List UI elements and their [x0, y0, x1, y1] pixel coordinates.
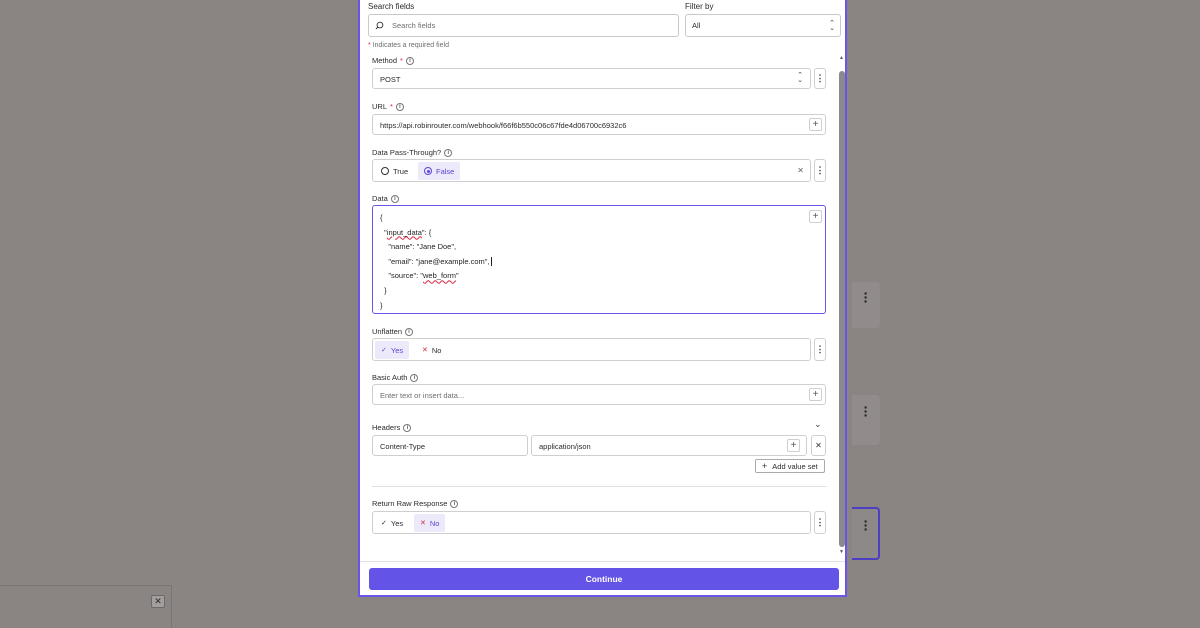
info-icon[interactable]: i [405, 56, 414, 65]
unflatten-yes-option[interactable]: ✓ Yes [375, 341, 410, 359]
step-config-modal: Search fields Filter by All ⌃⌄ * Indicat… [358, 0, 847, 597]
search-input-box[interactable] [368, 14, 679, 37]
continue-button[interactable]: Continue [369, 568, 839, 590]
step-menu-icon: · · · [863, 285, 869, 309]
more-options-icon[interactable]: ⋮ [814, 68, 826, 89]
background-panel [0, 585, 172, 628]
clear-icon[interactable]: ✕ [797, 166, 804, 175]
insert-data-plus-icon[interactable]: + [809, 210, 822, 223]
headers-label: Headers i [372, 423, 412, 432]
required-note: * Indicates a required field [368, 42, 449, 49]
basic-auth-label: Basic Auth i [372, 373, 419, 382]
url-value: https://api.robinrouter.com/webhook/f66f… [380, 121, 627, 130]
data-textarea[interactable]: { "input_data": { "name": "Jane Doe", "e… [372, 205, 826, 314]
scrollbar-thumb[interactable] [839, 71, 845, 547]
remove-header-icon[interactable]: ✕ [811, 435, 826, 456]
filter-select[interactable]: All ⌃ ⌄ [685, 14, 841, 37]
basic-auth-placeholder: Enter text or insert data... [380, 391, 465, 400]
step-menu-icon: · · · [863, 513, 869, 537]
radio-icon [381, 167, 389, 175]
info-icon[interactable]: i [395, 102, 404, 111]
info-icon[interactable]: i [444, 148, 453, 157]
check-icon: ✓ [381, 347, 387, 354]
filter-value: All [692, 21, 701, 30]
info-icon[interactable]: i [405, 327, 414, 336]
info-icon[interactable]: i [403, 423, 412, 432]
more-options-icon[interactable]: ⋮ [814, 511, 826, 534]
check-icon: ✓ [381, 520, 387, 527]
radio-selected-icon [424, 167, 432, 175]
passthrough-radio-group: True False ✕ [372, 159, 811, 182]
scroll-down-icon[interactable]: ▼ [839, 549, 844, 555]
basic-auth-input[interactable]: Enter text or insert data... + [372, 384, 826, 405]
method-value: POST [380, 75, 401, 84]
scroll-up-icon[interactable]: ▲ [839, 55, 844, 61]
header-key-input[interactable]: Content-Type [372, 435, 528, 456]
search-icon [375, 21, 384, 30]
method-label: Method * i [372, 56, 414, 65]
x-icon: ✕ [422, 347, 428, 354]
plus-icon: + [762, 461, 768, 471]
more-options-icon[interactable]: ⋮ [814, 338, 826, 361]
insert-data-plus-icon[interactable]: + [787, 439, 800, 452]
header-value-input[interactable]: application/json + [531, 435, 807, 456]
filter-label: Filter by [685, 2, 714, 11]
add-value-set-button[interactable]: + Add value set [755, 459, 825, 473]
unflatten-no-option[interactable]: ✕ No [416, 341, 447, 359]
passthrough-true-option[interactable]: True [375, 162, 414, 180]
more-options-icon[interactable]: ⋮ [814, 159, 826, 182]
footer-divider [360, 561, 845, 562]
fields-scroll-area: Method * i POST ⌃ ⌄ ⋮ URL * i https://api.rob… [368, 53, 829, 558]
raw-response-label: Return Raw Response i [372, 499, 459, 508]
step-menu-icon: · · · [863, 399, 869, 423]
unflatten-toggle-group: ✓ Yes ✕ No [372, 338, 811, 361]
chevron-updown-icon: ⌃ ⌄ [797, 72, 803, 84]
method-select[interactable]: POST ⌃ ⌄ [372, 68, 811, 89]
search-label: Search fields [368, 2, 415, 11]
url-input[interactable]: https://api.robinrouter.com/webhook/f66f… [372, 114, 826, 135]
x-icon: ✕ [420, 520, 426, 527]
unflatten-label: Unflatten i [372, 327, 414, 336]
insert-data-plus-icon[interactable]: + [809, 388, 822, 401]
insert-data-plus-icon[interactable]: + [809, 118, 822, 131]
header-key-value: Content-Type [380, 442, 426, 451]
info-icon[interactable]: i [450, 499, 459, 508]
data-label: Data i [372, 194, 399, 203]
chevron-updown-icon: ⌃ ⌄ [829, 19, 835, 32]
info-icon[interactable]: i [390, 194, 399, 203]
search-input[interactable] [392, 21, 662, 30]
url-label: URL * i [372, 102, 404, 111]
raw-response-yes-option[interactable]: ✓ Yes [375, 514, 409, 532]
header-value-text: application/json [539, 442, 591, 451]
input-data-key: input_data [386, 227, 422, 237]
close-icon[interactable]: ✕ [151, 595, 165, 608]
scrollbar[interactable]: ▲ ▼ [838, 55, 846, 555]
passthrough-false-option[interactable]: False [418, 162, 461, 180]
passthrough-label: Data Pass-Through? i [372, 148, 453, 157]
divider [372, 486, 827, 487]
chevron-down-icon[interactable]: ⌄ [814, 419, 822, 430]
data-code: { "input_data": { "name": "Jane Doe", "e… [380, 213, 492, 310]
info-icon[interactable]: i [410, 373, 419, 382]
raw-response-no-option[interactable]: ✕ No [414, 514, 446, 532]
raw-response-toggle-group: ✓ Yes ✕ No [372, 511, 811, 534]
